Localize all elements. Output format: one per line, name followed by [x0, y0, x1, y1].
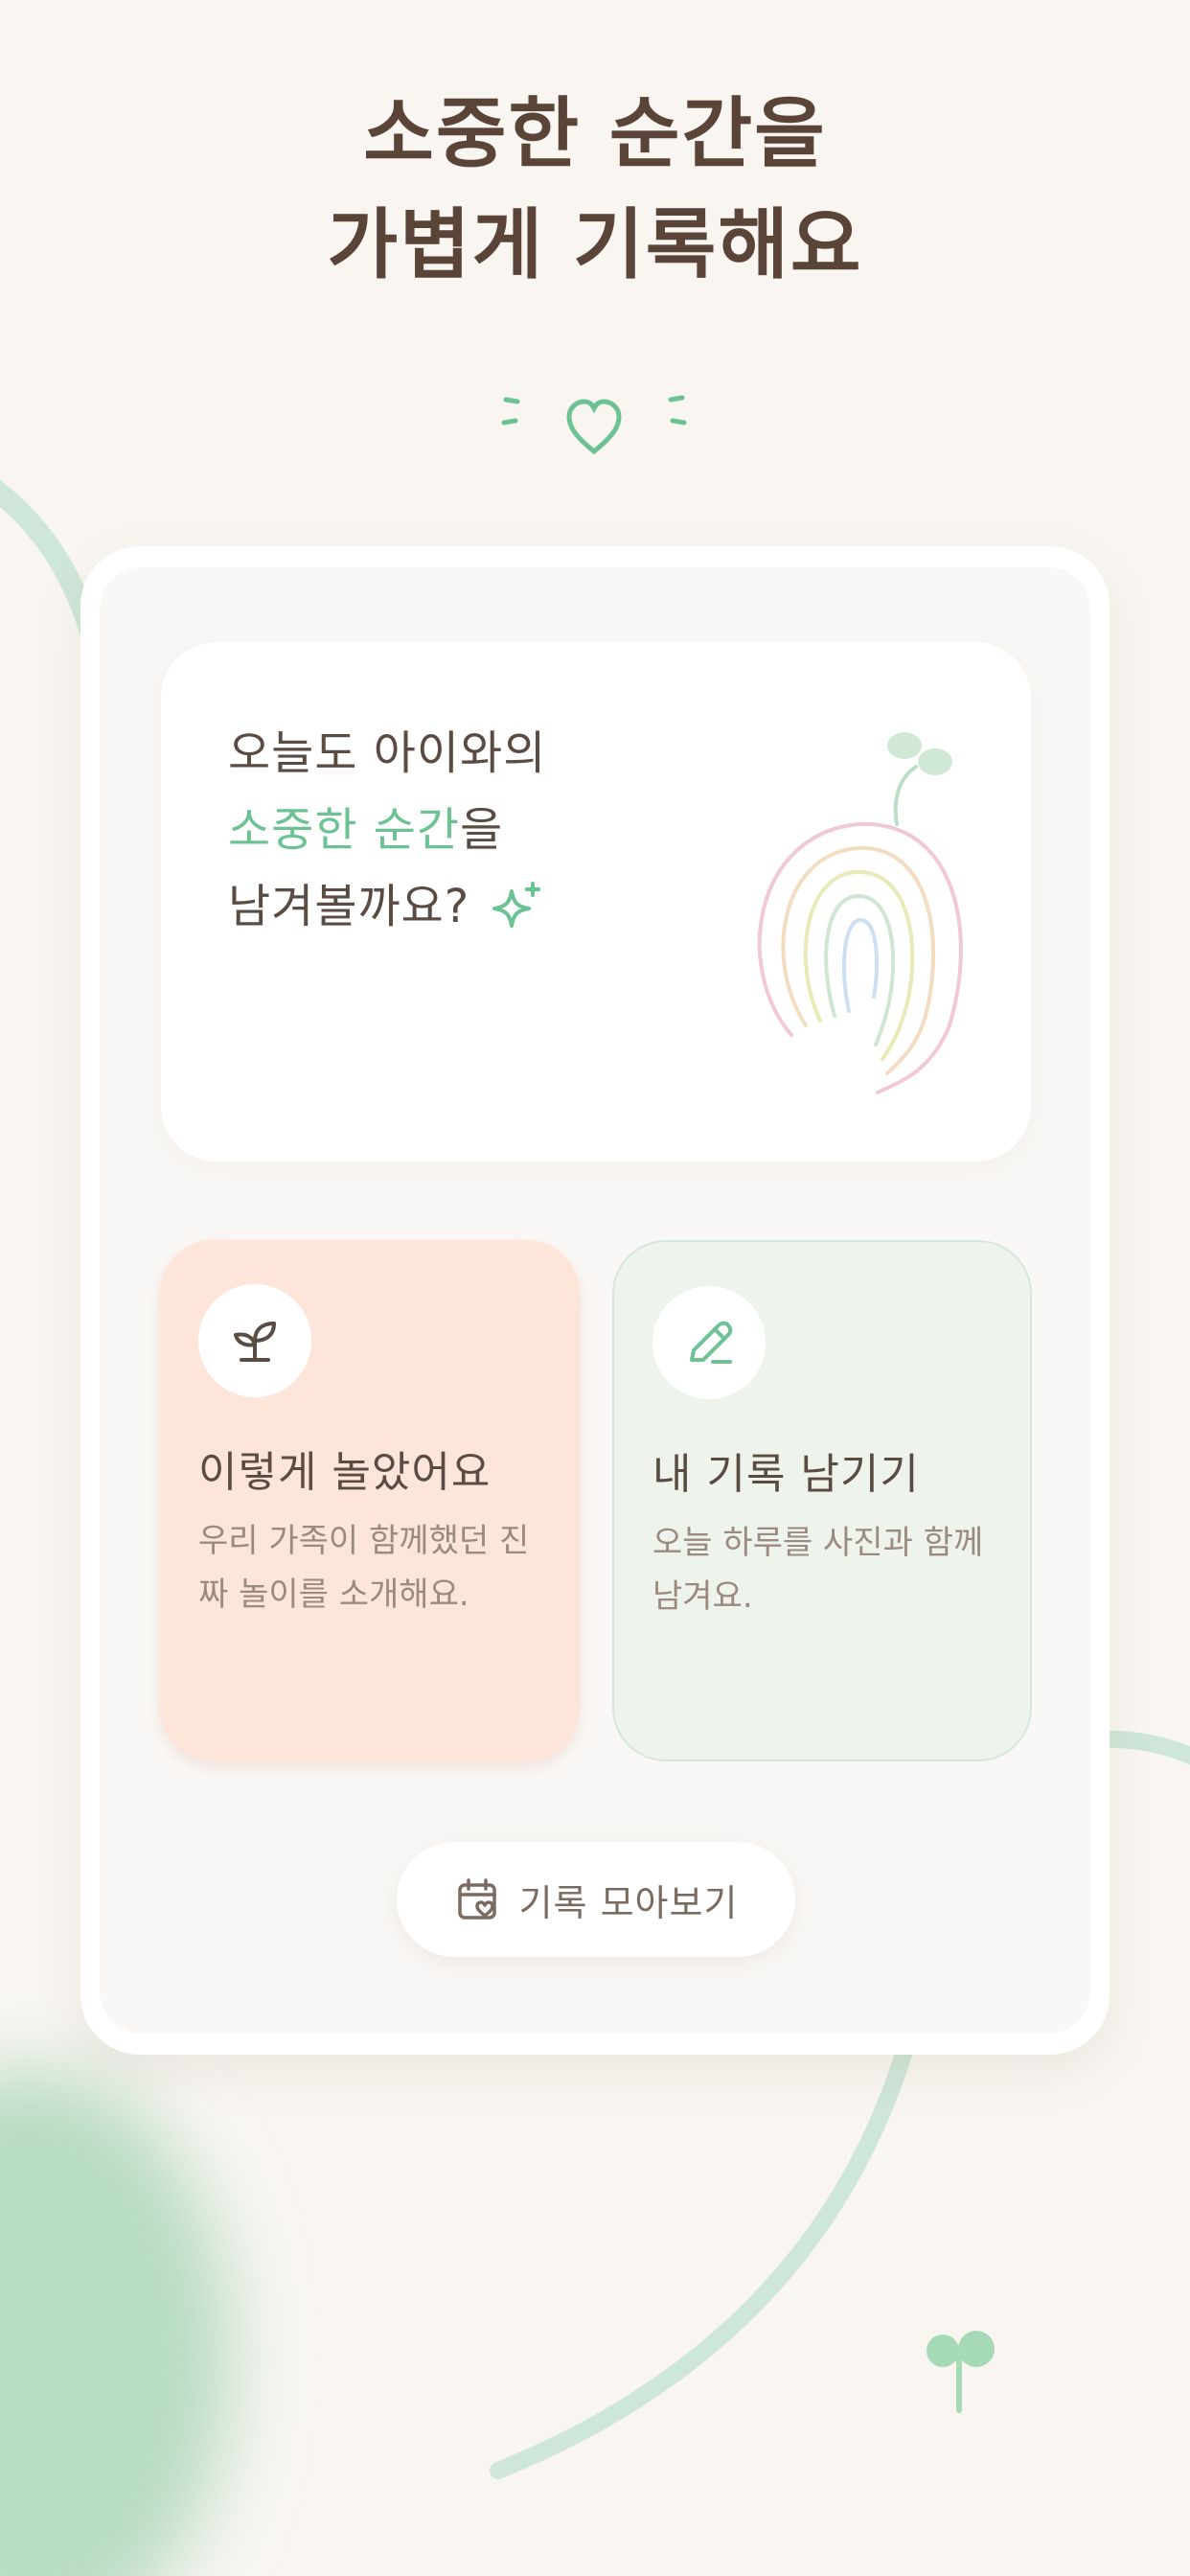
- headline-line-1: 소중한 순간을: [363, 89, 827, 178]
- hero-message: 오늘도 아이와의 소중한 순간 을 남겨볼까요?: [228, 715, 546, 945]
- hero-line-2-rest: 을: [460, 803, 504, 857]
- rainbow-sprout-illustration: [757, 732, 963, 1094]
- tile-icon-badge: [198, 1284, 311, 1397]
- tile-description: 오늘 하루를 사진과 함께 남겨요.: [652, 1524, 984, 1616]
- curve-line-right: [1103, 1731, 1190, 1765]
- headline-line-2: 가볍게 기록해요: [327, 200, 863, 289]
- view-records-label: 기록 모아보기: [518, 1881, 739, 1924]
- hero-accent-text: 소중한 순간: [228, 803, 461, 857]
- small-sprout-deco: [927, 2331, 995, 2413]
- view-records-button[interactable]: 기록 모아보기: [397, 1842, 795, 1957]
- hero-line-1: 오늘도 아이와의: [228, 726, 547, 780]
- sparkle-icon: [492, 882, 541, 928]
- blurred-leaf-blob: [0, 2070, 230, 2576]
- hero-line-3-wrap: 남겨볼까요?: [228, 868, 546, 945]
- tile-play-records[interactable]: 이렇게 놀았어요 우리 가족이 함께했던 진짜 놀이를 소개해요.: [160, 1240, 580, 1761]
- tile-title: 이렇게 놀았어요: [198, 1448, 492, 1497]
- tile-description: 우리 가족이 함께했던 진짜 놀이를 소개해요.: [198, 1522, 530, 1614]
- hero-line-2: 소중한 순간 을: [228, 792, 546, 868]
- tile-write-record[interactable]: 내 기록 남기기 오늘 하루를 사진과 함께 남겨요.: [612, 1240, 1032, 1761]
- page-headline: 소중한 순간을 가볍게 기록해요: [0, 79, 1190, 301]
- tile-icon-badge: [652, 1286, 766, 1399]
- pencil-icon: [690, 1321, 733, 1364]
- heart-icon: [501, 395, 687, 455]
- curve-line-bottom: [490, 2023, 919, 2479]
- calendar-heart-icon: [457, 1878, 496, 1920]
- hero-card: 오늘도 아이와의 소중한 순간 을 남겨볼까요?: [161, 642, 1031, 1162]
- tile-title: 내 기록 남기기: [652, 1450, 920, 1499]
- sprout-icon: [234, 1322, 276, 1362]
- hero-line-3: 남겨볼까요?: [228, 880, 470, 933]
